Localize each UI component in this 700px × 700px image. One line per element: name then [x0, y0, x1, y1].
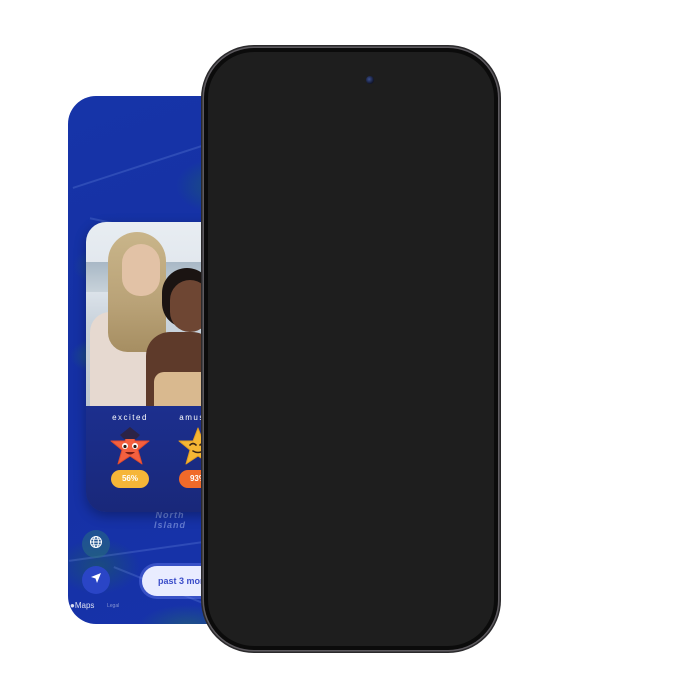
mood-label: excited	[112, 413, 148, 422]
mood-percent-badge: 56%	[111, 470, 149, 488]
photo-person	[122, 244, 160, 296]
location-arrow-icon	[90, 571, 102, 589]
phone-screen	[208, 52, 494, 646]
excited-star-icon	[108, 426, 152, 466]
globe-button[interactable]	[82, 530, 110, 558]
globe-icon	[89, 535, 103, 554]
stage: North Island excited 56% amused 93% past…	[0, 0, 700, 700]
maps-attribution[interactable]: ●Maps	[70, 601, 94, 610]
map-island-label: North Island	[153, 510, 186, 530]
phone-frame	[204, 48, 498, 650]
maps-legal-link[interactable]: Legal	[107, 603, 119, 609]
current-location-button[interactable]	[82, 566, 110, 594]
mood-excited[interactable]: excited 56%	[100, 412, 160, 488]
front-camera	[366, 76, 374, 84]
